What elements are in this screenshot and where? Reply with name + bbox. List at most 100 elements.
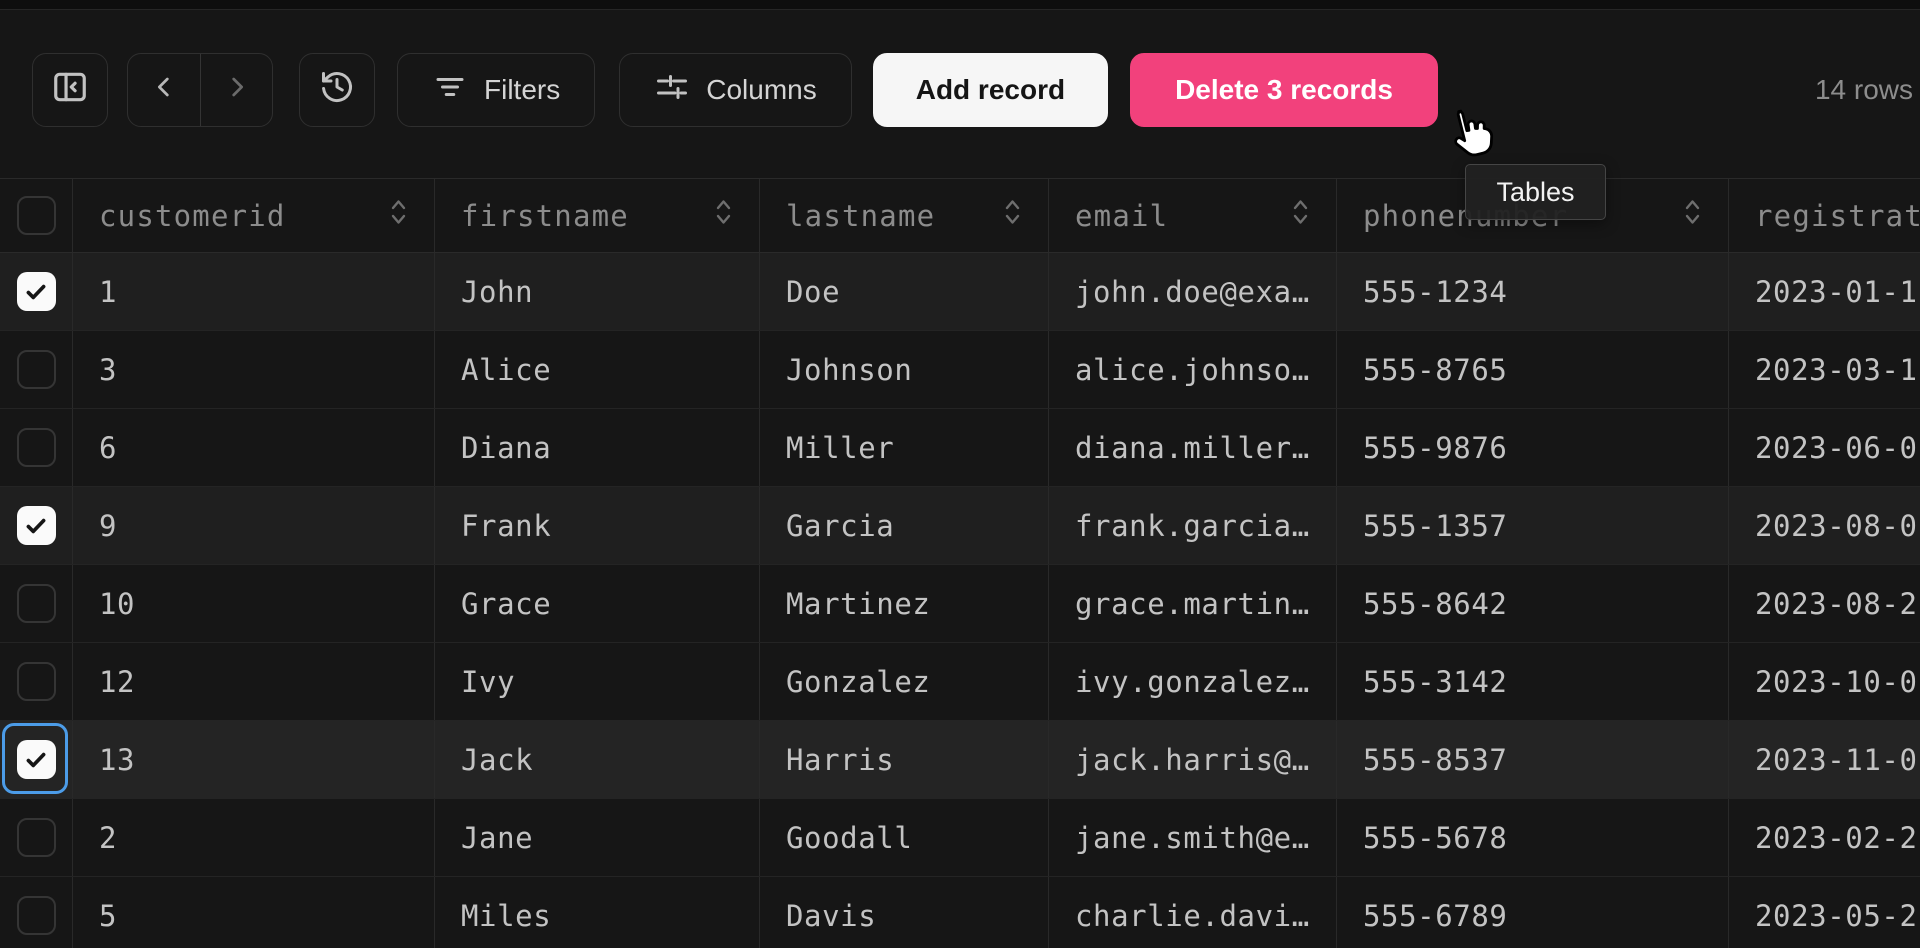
table-row[interactable]: 9 Frank Garcia frank.garcia… 555-1357 20… — [0, 487, 1920, 565]
records-table: customerid firstname lastname email — [0, 178, 1920, 948]
delete-records-button[interactable]: Delete 3 records — [1130, 53, 1438, 127]
row-checkbox[interactable] — [17, 506, 56, 545]
sidebar-toggle-button[interactable] — [32, 53, 108, 127]
column-header-email[interactable]: email — [1049, 179, 1337, 252]
cell-phonenumber[interactable]: 555-1357 — [1337, 487, 1729, 564]
table-row[interactable]: 3 Alice Johnson alice.johnso… 555-8765 2… — [0, 331, 1920, 409]
sort-icon[interactable] — [1291, 197, 1310, 234]
row-checkbox[interactable] — [17, 740, 56, 779]
row-checkbox[interactable] — [17, 662, 56, 701]
cell-customerid[interactable]: 1 — [73, 253, 435, 330]
cell-registrationdate[interactable]: 2023-01-1 — [1729, 253, 1920, 330]
sort-icon[interactable] — [1003, 197, 1022, 234]
cell-email[interactable]: grace.martin… — [1049, 565, 1337, 642]
cell-firstname[interactable]: Diana — [435, 409, 760, 486]
cell-lastname[interactable]: Harris — [760, 721, 1049, 798]
history-icon — [319, 69, 355, 112]
cell-firstname[interactable]: Alice — [435, 331, 760, 408]
history-button[interactable] — [299, 53, 375, 127]
cell-email[interactable]: charlie.davi… — [1049, 877, 1337, 948]
select-all-checkbox[interactable] — [17, 196, 56, 235]
table-header-row: customerid firstname lastname email — [0, 178, 1920, 253]
sort-icon[interactable] — [389, 197, 408, 234]
column-header-registrationdate[interactable]: registrat — [1729, 179, 1920, 252]
row-checkbox[interactable] — [17, 584, 56, 623]
cell-customerid[interactable]: 13 — [73, 721, 435, 798]
cell-phonenumber[interactable]: 555-3142 — [1337, 643, 1729, 720]
cell-firstname[interactable]: Ivy — [435, 643, 760, 720]
table-row[interactable]: 12 Ivy Gonzalez ivy.gonzalez… 555-3142 2… — [0, 643, 1920, 721]
cell-lastname[interactable]: Garcia — [760, 487, 1049, 564]
table-row[interactable]: 10 Grace Martinez grace.martin… 555-8642… — [0, 565, 1920, 643]
filters-button[interactable]: Filters — [397, 53, 595, 127]
cell-lastname[interactable]: Davis — [760, 877, 1049, 948]
cell-email[interactable]: diana.miller… — [1049, 409, 1337, 486]
cell-customerid[interactable]: 12 — [73, 643, 435, 720]
cell-firstname[interactable]: Jane — [435, 799, 760, 876]
cell-firstname[interactable]: Frank — [435, 487, 760, 564]
table-row[interactable]: 2 Jane Goodall jane.smith@e… 555-5678 20… — [0, 799, 1920, 877]
cell-phonenumber[interactable]: 555-1234 — [1337, 253, 1729, 330]
row-select-cell — [0, 331, 73, 408]
cell-customerid[interactable]: 10 — [73, 565, 435, 642]
cell-phonenumber[interactable]: 555-8642 — [1337, 565, 1729, 642]
row-checkbox[interactable] — [17, 896, 56, 935]
sort-icon[interactable] — [1683, 197, 1702, 234]
cell-lastname[interactable]: Doe — [760, 253, 1049, 330]
cell-customerid[interactable]: 6 — [73, 409, 435, 486]
row-select-cell — [0, 799, 73, 876]
cell-firstname[interactable]: Miles — [435, 877, 760, 948]
column-header-lastname[interactable]: lastname — [760, 179, 1049, 252]
table-row[interactable]: 5 Miles Davis charlie.davi… 555-6789 202… — [0, 877, 1920, 948]
row-checkbox[interactable] — [17, 428, 56, 467]
row-checkbox[interactable] — [17, 350, 56, 389]
cell-email[interactable]: ivy.gonzalez… — [1049, 643, 1337, 720]
row-checkbox[interactable] — [17, 818, 56, 857]
row-count-label: 14 rows — [1815, 74, 1913, 106]
cell-registrationdate[interactable]: 2023-05-2 — [1729, 877, 1920, 948]
cell-email[interactable]: jack.harris@… — [1049, 721, 1337, 798]
cell-registrationdate[interactable]: 2023-06-0 — [1729, 409, 1920, 486]
column-header-firstname[interactable]: firstname — [435, 179, 760, 252]
cell-registrationdate[interactable]: 2023-02-2 — [1729, 799, 1920, 876]
cell-customerid[interactable]: 2 — [73, 799, 435, 876]
cell-email[interactable]: alice.johnso… — [1049, 331, 1337, 408]
cell-phonenumber[interactable]: 555-5678 — [1337, 799, 1729, 876]
row-checkbox[interactable] — [17, 272, 56, 311]
row-select-cell — [0, 565, 73, 642]
cell-phonenumber[interactable]: 555-9876 — [1337, 409, 1729, 486]
cell-email[interactable]: frank.garcia… — [1049, 487, 1337, 564]
cell-lastname[interactable]: Martinez — [760, 565, 1049, 642]
cell-registrationdate[interactable]: 2023-11-0 — [1729, 721, 1920, 798]
table-row[interactable]: 6 Diana Miller diana.miller… 555-9876 20… — [0, 409, 1920, 487]
cell-registrationdate[interactable]: 2023-08-0 — [1729, 487, 1920, 564]
previous-page-button[interactable] — [128, 54, 200, 126]
cell-registrationdate[interactable]: 2023-08-2 — [1729, 565, 1920, 642]
cell-customerid[interactable]: 9 — [73, 487, 435, 564]
cell-firstname[interactable]: John — [435, 253, 760, 330]
table-row[interactable]: 1 John Doe john.doe@exa… 555-1234 2023-0… — [0, 253, 1920, 331]
cell-customerid[interactable]: 5 — [73, 877, 435, 948]
cell-lastname[interactable]: Goodall — [760, 799, 1049, 876]
columns-button[interactable]: Columns — [619, 53, 851, 127]
cell-phonenumber[interactable]: 555-8765 — [1337, 331, 1729, 408]
cell-registrationdate[interactable]: 2023-03-1 — [1729, 331, 1920, 408]
cell-email[interactable]: john.doe@exa… — [1049, 253, 1337, 330]
cell-lastname[interactable]: Gonzalez — [760, 643, 1049, 720]
cell-firstname[interactable]: Jack — [435, 721, 760, 798]
sort-icon[interactable] — [714, 197, 733, 234]
cell-phonenumber[interactable]: 555-8537 — [1337, 721, 1729, 798]
column-header-customerid[interactable]: customerid — [73, 179, 435, 252]
add-record-button[interactable]: Add record — [873, 53, 1108, 127]
cell-phonenumber[interactable]: 555-6789 — [1337, 877, 1729, 948]
table-row[interactable]: 13 Jack Harris jack.harris@… 555-8537 20… — [0, 721, 1920, 799]
cell-firstname[interactable]: Grace — [435, 565, 760, 642]
cell-lastname[interactable]: Johnson — [760, 331, 1049, 408]
cell-lastname[interactable]: Miller — [760, 409, 1049, 486]
next-page-button[interactable] — [200, 54, 272, 126]
cell-email[interactable]: jane.smith@e… — [1049, 799, 1337, 876]
cell-registrationdate[interactable]: 2023-10-0 — [1729, 643, 1920, 720]
panel-left-close-icon — [51, 68, 89, 113]
cell-customerid[interactable]: 3 — [73, 331, 435, 408]
delete-records-button-label: Delete 3 records — [1175, 74, 1393, 106]
